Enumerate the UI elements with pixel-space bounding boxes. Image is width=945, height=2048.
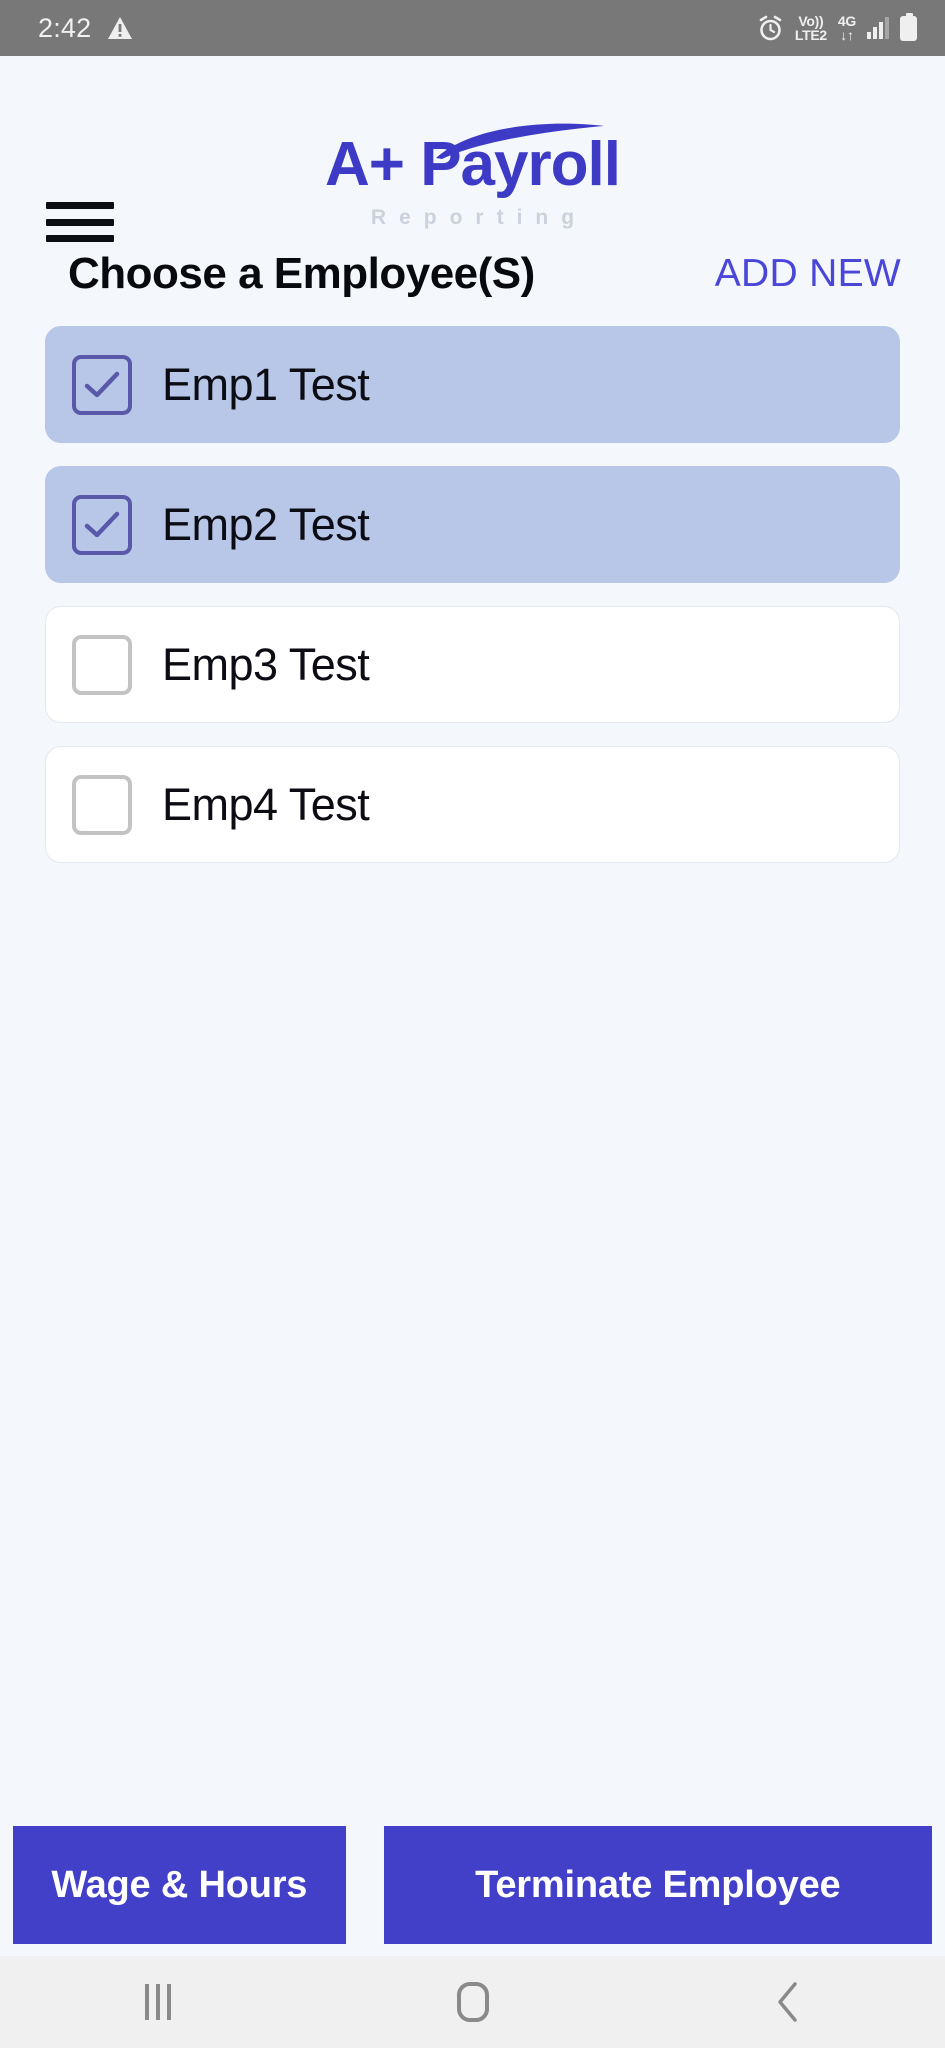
list-item[interactable]: Emp2 Test — [45, 466, 900, 583]
data-arrows-icon: ↓↑ — [840, 27, 854, 43]
status-bar-right: Vo)) LTE2 4G ↓↑ — [757, 12, 917, 42]
employee-name: Emp3 Test — [162, 638, 370, 690]
home-button[interactable] — [413, 1956, 533, 2048]
list-item[interactable]: Emp1 Test — [45, 326, 900, 443]
employee-checkbox-checked[interactable] — [72, 354, 132, 415]
back-button[interactable] — [728, 1956, 848, 2048]
wage-and-hours-button[interactable]: Wage & Hours — [13, 1826, 346, 1944]
volte-top-label: Vo)) — [798, 13, 824, 29]
employee-name: Emp4 Test — [162, 778, 370, 830]
page-title: Choose a Employee(S) — [68, 249, 535, 298]
recents-icon — [144, 1984, 171, 2020]
battery-icon — [900, 12, 917, 41]
volte-indicator: Vo)) LTE2 — [795, 14, 827, 42]
network-type-label: 4G — [837, 13, 856, 29]
back-chevron-icon — [775, 1981, 801, 2023]
network-stack: 4G ↓↑ — [838, 14, 856, 42]
list-item[interactable]: Emp3 Test — [45, 606, 900, 723]
logo-subtitle: Reporting — [370, 206, 588, 229]
list-item[interactable]: Emp4 Test — [45, 746, 900, 863]
action-button-row: Wage & Hours Terminate Employee — [0, 1826, 945, 1956]
phone-screen: 2:42 Vo)) LTE2 4G ↓↑ A+ Payroll Reportin… — [0, 0, 945, 2048]
add-new-button[interactable]: ADD NEW — [715, 252, 901, 296]
employee-checkbox-checked[interactable] — [72, 494, 132, 555]
employee-list: Emp1 Test Emp2 Test Emp3 Test Emp4 Test — [0, 320, 945, 863]
alarm-clock-icon — [757, 15, 784, 42]
status-bar: 2:42 Vo)) LTE2 4G ↓↑ — [0, 0, 945, 56]
status-bar-left: 2:42 — [38, 13, 133, 44]
app-logo: A+ Payroll Reporting — [0, 123, 945, 230]
app-header: A+ Payroll Reporting — [0, 56, 945, 242]
android-navigation-bar — [0, 1956, 945, 2048]
volte-bottom-label: LTE2 — [794, 27, 827, 43]
page-title-row: Choose a Employee(S) ADD NEW — [0, 228, 945, 320]
signal-bars-icon — [867, 17, 889, 39]
terminate-employee-button[interactable]: Terminate Employee — [383, 1826, 932, 1944]
warning-triangle-icon — [107, 16, 133, 40]
employee-checkbox-unchecked[interactable] — [72, 774, 132, 835]
employee-checkbox-unchecked[interactable] — [72, 634, 132, 695]
logo-text: A+ Payroll — [325, 130, 621, 199]
status-clock: 2:42 — [38, 12, 92, 43]
recents-button[interactable] — [98, 1956, 218, 2048]
logo-wordmark: A+ Payroll — [325, 123, 621, 196]
employee-name: Emp2 Test — [162, 498, 370, 550]
network-indicator: 4G ↓↑ — [838, 14, 856, 42]
home-icon — [456, 1982, 489, 2022]
employee-name: Emp1 Test — [162, 358, 370, 410]
